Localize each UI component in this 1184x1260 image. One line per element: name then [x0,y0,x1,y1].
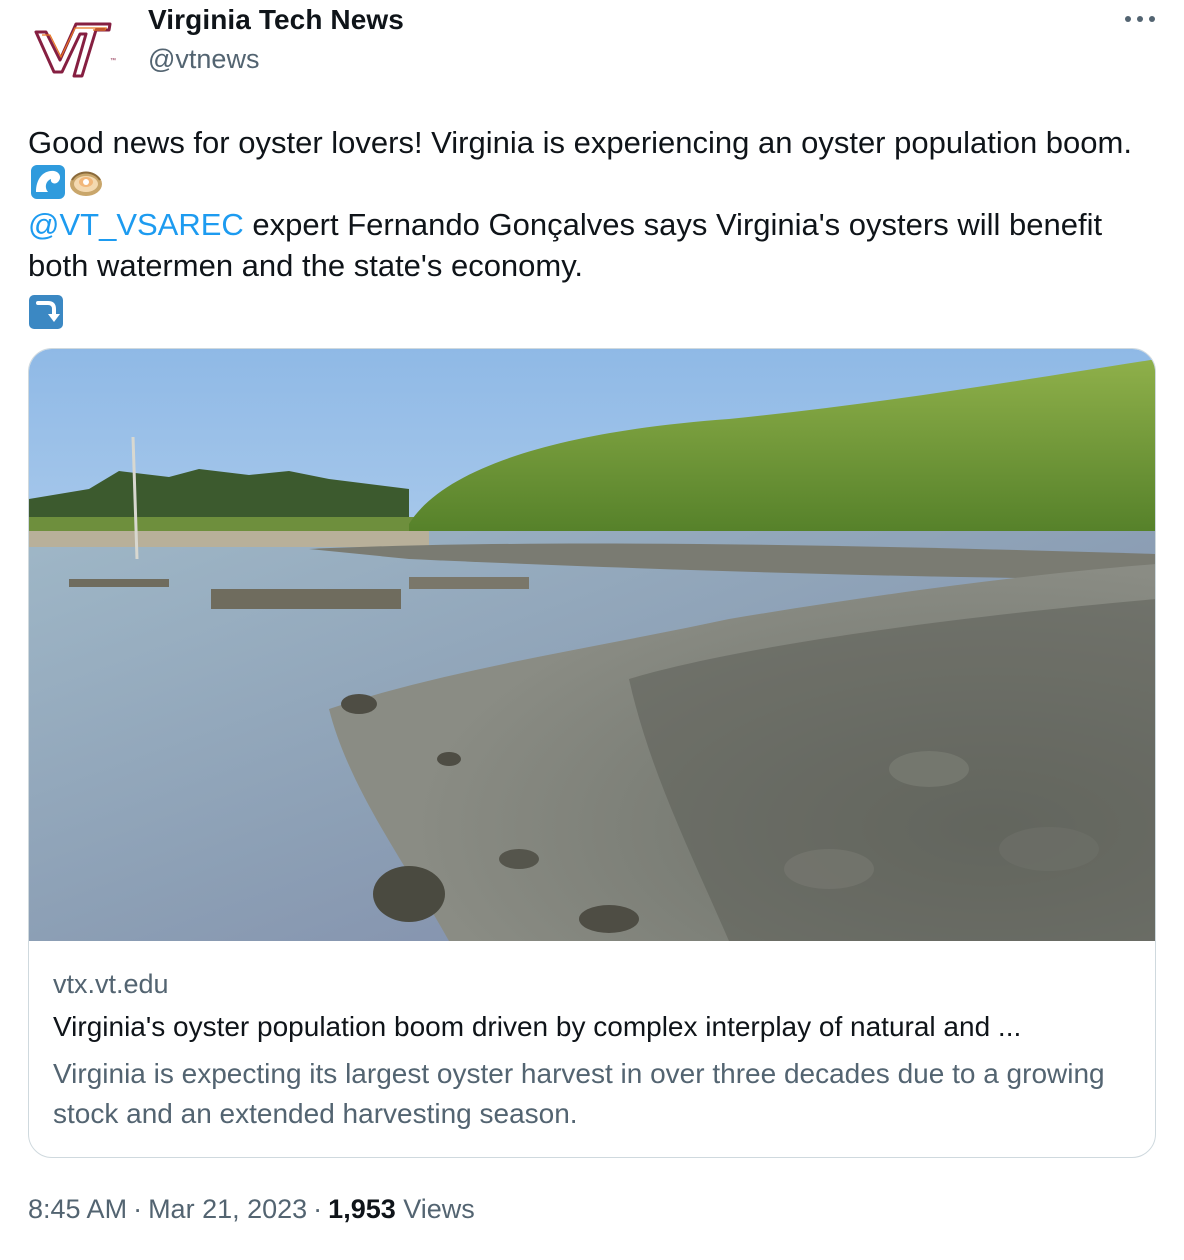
mention-link[interactable]: @VT_VSAREC [28,207,244,242]
tweet-meta: 8:45 AM · Mar 21, 2023 · 1,953 Views [28,1194,475,1225]
link-card[interactable]: vtx.vt.edu Virginia's oyster population … [28,348,1156,1158]
views-count: 1,953 [328,1194,396,1224]
meta-separator: · [313,1194,323,1224]
tweet-time[interactable]: 8:45 AM [28,1194,127,1224]
author-handle[interactable]: @vtnews [148,44,259,75]
oyster-emoji-icon [68,164,104,200]
tweet-header: ™ Virginia Tech News @vtnews [0,0,1184,100]
card-image[interactable] [29,349,1155,941]
card-description: Virginia is expecting its largest oyster… [53,1058,1105,1129]
svg-text:™: ™ [110,57,116,64]
more-options-icon [1125,16,1155,22]
tweet-text-paragraph: Good news for oyster lovers! Virginia is… [28,122,1148,330]
card-title: Virginia's oyster population boom driven… [53,1011,1022,1042]
vt-logo-icon[interactable]: ™ [30,10,122,90]
tweet-text: Good news for oyster lovers! Virginia is… [28,122,1148,330]
more-options-button[interactable] [1120,4,1160,34]
meta-separator: · [133,1194,143,1224]
wave-emoji-icon [30,164,66,200]
card-domain: vtx.vt.edu [53,969,169,999]
author-display-name[interactable]: Virginia Tech News [148,4,404,36]
tweet-text-line1: Good news for oyster lovers! Virginia is… [28,125,1132,160]
views-label: Views [403,1194,475,1224]
arrow-down-curving-icon [28,294,64,330]
tweet-date[interactable]: Mar 21, 2023 [148,1194,307,1224]
